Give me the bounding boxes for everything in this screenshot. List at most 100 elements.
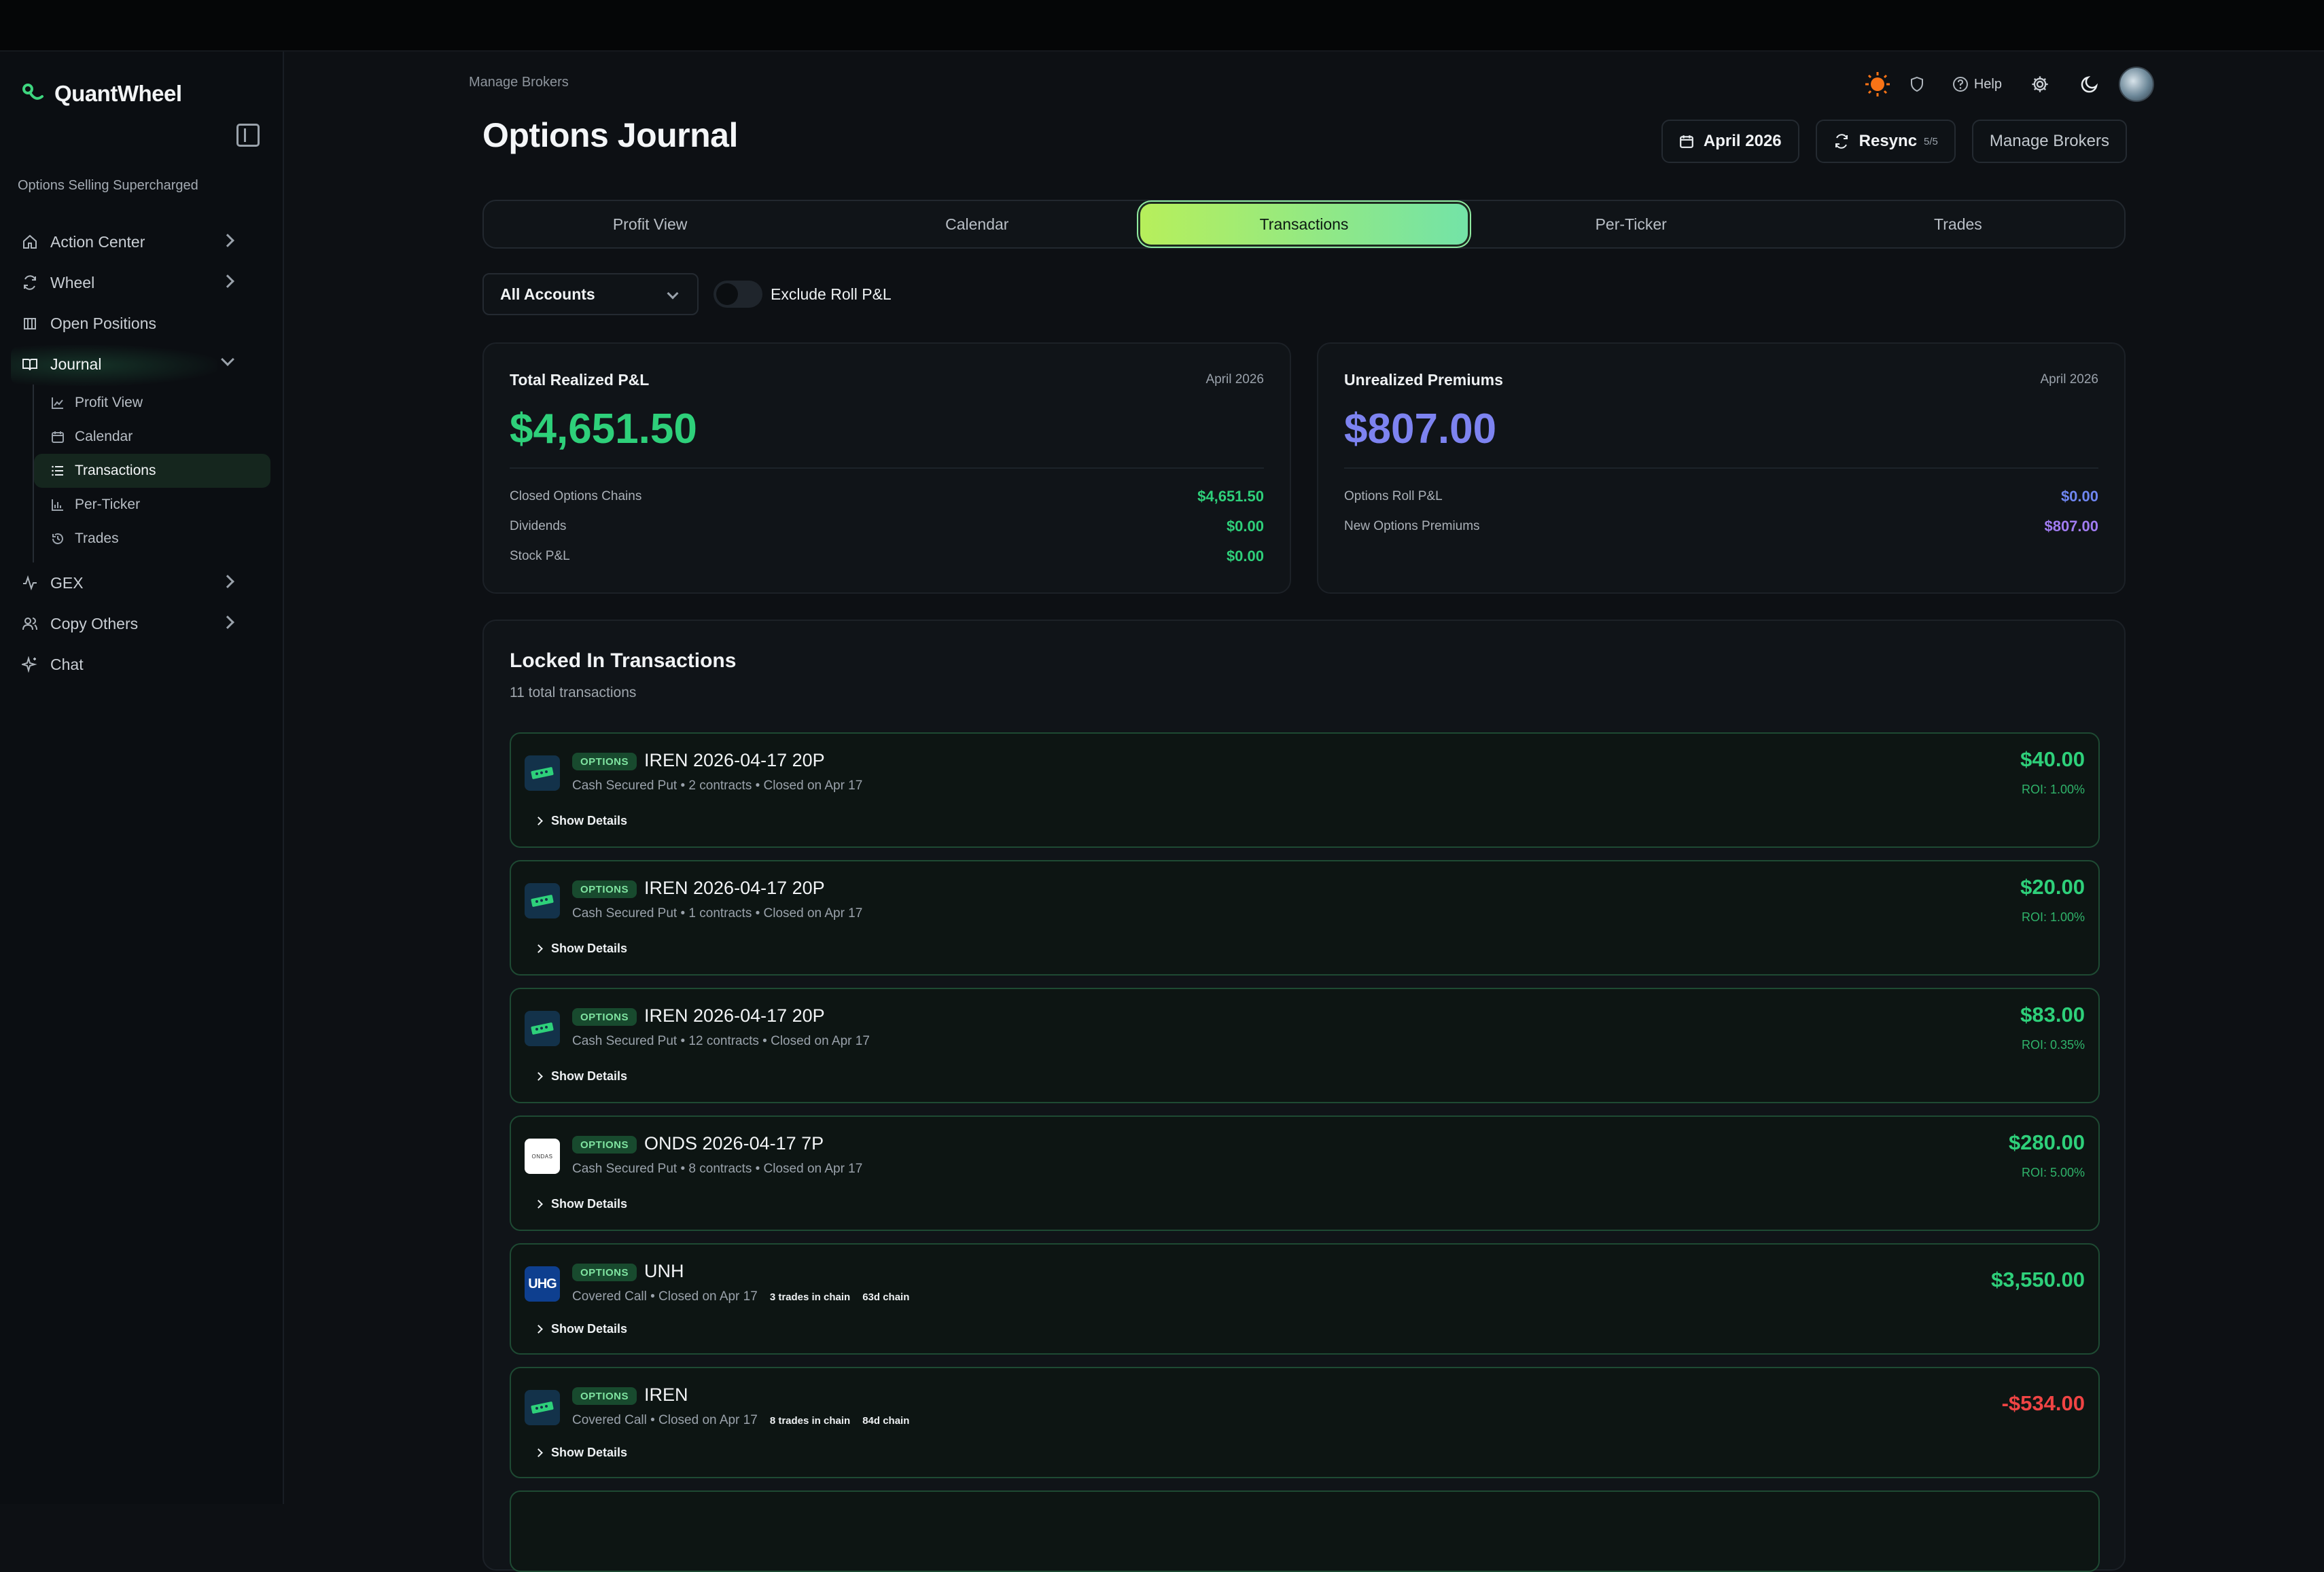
help-label: Help bbox=[1973, 76, 2002, 92]
transaction-meta-text: Cash Secured Put • 2 contracts • Closed … bbox=[572, 779, 863, 793]
manage-brokers-button[interactable]: Manage Brokers bbox=[1971, 120, 2127, 163]
brand[interactable]: QuantWheel bbox=[20, 73, 182, 114]
transaction-name: UNH bbox=[644, 1261, 684, 1281]
show-details-button[interactable]: Show Details bbox=[534, 1197, 627, 1211]
show-details-button[interactable]: Show Details bbox=[534, 942, 628, 956]
chevron-right-icon bbox=[221, 274, 234, 288]
iren-logo-icon bbox=[525, 1390, 560, 1425]
sidebar-subitem-transactions[interactable]: Transactions bbox=[34, 454, 270, 488]
resync-button[interactable]: Resync 5/5 bbox=[1815, 120, 1956, 163]
transaction-meta-text: Covered Call • Closed on Apr 17 bbox=[572, 1289, 758, 1304]
row-label: Stock P&L bbox=[510, 549, 570, 563]
sidebar-item-gex[interactable]: GEX bbox=[0, 562, 284, 603]
show-details-label: Show Details bbox=[551, 814, 628, 827]
sidebar-subitem-trades[interactable]: Trades bbox=[34, 522, 270, 556]
transaction-card[interactable] bbox=[510, 1490, 2100, 1572]
show-details-button[interactable]: Show Details bbox=[534, 814, 628, 828]
sidebar-collapse-icon[interactable] bbox=[236, 124, 260, 147]
unrealized-premiums-card: Unrealized Premiums April 2026 $807.00 O… bbox=[1317, 342, 2126, 594]
transaction-card[interactable]: OPTIONS IREN 2026-04-17 20P Cash Secured… bbox=[510, 860, 2100, 976]
transaction-amount: -$534.00 bbox=[2001, 1391, 2085, 1415]
breadcrumb[interactable]: Manage Brokers bbox=[469, 75, 569, 90]
transaction-card[interactable]: OPTIONS IREN 2026-04-17 20P Cash Secured… bbox=[510, 988, 2100, 1103]
tab-transactions[interactable]: Transactions bbox=[1140, 204, 1468, 245]
chevron-right-icon bbox=[221, 615, 234, 629]
sidebar-subitem-profit-view[interactable]: Profit View bbox=[34, 386, 270, 420]
row-label: Options Roll P&L bbox=[1344, 489, 1443, 503]
sidebar-item-label: Chat bbox=[50, 655, 84, 673]
sidebar: QuantWheel Options Selling Supercharged … bbox=[0, 52, 284, 1504]
summary-row: Stock P&L $0.00 bbox=[510, 546, 1264, 567]
show-details-button[interactable]: Show Details bbox=[534, 1446, 627, 1460]
options-badge: OPTIONS bbox=[572, 1387, 637, 1405]
options-badge: OPTIONS bbox=[572, 753, 637, 770]
account-select-value: All Accounts bbox=[500, 285, 595, 303]
sidebar-item-open-positions[interactable]: Open Positions bbox=[0, 303, 284, 344]
transactions-panel: Locked In Transactions 11 total transact… bbox=[482, 620, 2126, 1572]
sidebar-item-wheel[interactable]: Wheel bbox=[0, 262, 284, 303]
chevron-right-icon bbox=[534, 1200, 543, 1209]
row-value: $0.00 bbox=[2060, 488, 2098, 505]
page-title: Options Journal bbox=[482, 116, 738, 154]
transaction-card[interactable]: UHG OPTIONS UNH Covered Call • Closed on… bbox=[510, 1243, 2100, 1355]
help-circle-icon bbox=[1952, 77, 1968, 92]
sidebar-item-action-center[interactable]: Action Center bbox=[0, 221, 284, 262]
month-label: April 2026 bbox=[1703, 132, 1782, 150]
sidebar-item-chat[interactable]: Chat bbox=[0, 644, 284, 685]
divider bbox=[510, 467, 1264, 469]
transactions-title: Locked In Transactions bbox=[510, 649, 737, 672]
show-details-button[interactable]: Show Details bbox=[534, 1069, 627, 1084]
show-details-label: Show Details bbox=[551, 1322, 628, 1336]
transaction-meta: Cash Secured Put • 1 contracts • Closed … bbox=[572, 906, 862, 921]
realized-pnl-card: Total Realized P&L April 2026 $4,651.50 … bbox=[482, 342, 1291, 594]
sidebar-subitem-per-ticker[interactable]: Per-Ticker bbox=[34, 488, 270, 522]
transaction-roi: ROI: 0.35% bbox=[2021, 1038, 2085, 1052]
tab-profit-view[interactable]: Profit View bbox=[487, 204, 813, 245]
tab-calendar[interactable]: Calendar bbox=[813, 204, 1140, 245]
help-button[interactable]: Help bbox=[1952, 76, 2002, 92]
row-value: $0.00 bbox=[1226, 548, 1264, 565]
transaction-name: IREN 2026-04-17 20P bbox=[644, 1005, 825, 1026]
chevron-right-icon bbox=[221, 575, 234, 588]
moon-icon[interactable] bbox=[2079, 74, 2100, 94]
transaction-meta: Covered Call • Closed on Apr 17 8 trades… bbox=[572, 1413, 909, 1428]
account-select[interactable]: All Accounts bbox=[482, 273, 699, 315]
sidebar-subitem-label: Profit View bbox=[75, 395, 143, 410]
calendar-icon bbox=[1680, 135, 1693, 148]
tab-trades[interactable]: Trades bbox=[1795, 204, 2121, 245]
transaction-amount: $20.00 bbox=[2020, 875, 2085, 899]
shield-icon[interactable] bbox=[1909, 76, 1925, 92]
sidebar-subitem-calendar[interactable]: Calendar bbox=[34, 420, 270, 454]
sidebar-item-copy-others[interactable]: Copy Others bbox=[0, 603, 284, 644]
show-details-label: Show Details bbox=[551, 942, 628, 955]
transaction-amount: $3,550.00 bbox=[1991, 1268, 2085, 1291]
transaction-name: IREN bbox=[644, 1385, 688, 1405]
avatar[interactable] bbox=[2119, 67, 2154, 102]
refresh-icon bbox=[1835, 134, 1848, 149]
onds-logo-text: ONDAS bbox=[531, 1153, 553, 1160]
resync-count: 5/5 bbox=[1924, 135, 1938, 147]
tab-per-ticker[interactable]: Per-Ticker bbox=[1468, 204, 1795, 245]
chain-days-chip: 63d chain bbox=[862, 1291, 910, 1303]
gear-icon[interactable] bbox=[2030, 75, 2049, 94]
sidebar-subitem-label: Calendar bbox=[75, 429, 133, 444]
month-picker-button[interactable]: April 2026 bbox=[1661, 120, 1799, 163]
show-details-button[interactable]: Show Details bbox=[534, 1322, 628, 1336]
card-title: Unrealized Premiums bbox=[1344, 371, 1503, 389]
transaction-roi: ROI: 5.00% bbox=[2021, 1166, 2085, 1179]
transaction-roi: ROI: 1.00% bbox=[2021, 910, 2085, 924]
transaction-card[interactable]: OPTIONS IREN 2026-04-17 20P Cash Secured… bbox=[510, 732, 2100, 848]
bar-chart-icon bbox=[50, 497, 65, 512]
sidebar-item-label: Journal bbox=[50, 355, 102, 373]
sun-icon[interactable] bbox=[1864, 71, 1891, 98]
sidebar-item-journal[interactable]: Journal bbox=[0, 344, 284, 386]
sidebar-subitem-label: Trades bbox=[75, 531, 119, 546]
filters-bar: All Accounts Exclude Roll P&L bbox=[482, 273, 892, 315]
sidebar-item-label: Action Center bbox=[50, 232, 145, 251]
exclude-roll-toggle[interactable] bbox=[714, 281, 762, 308]
transaction-card[interactable]: OPTIONS IREN Covered Call • Closed on Ap… bbox=[510, 1367, 2100, 1478]
sidebar-item-label: Wheel bbox=[50, 273, 95, 291]
transaction-meta: Cash Secured Put • 8 contracts • Closed … bbox=[572, 1162, 862, 1177]
transaction-card[interactable]: ONDAS OPTIONS ONDS 2026-04-17 7P Cash Se… bbox=[510, 1115, 2100, 1231]
sidebar-subitem-label: Transactions bbox=[75, 463, 156, 478]
